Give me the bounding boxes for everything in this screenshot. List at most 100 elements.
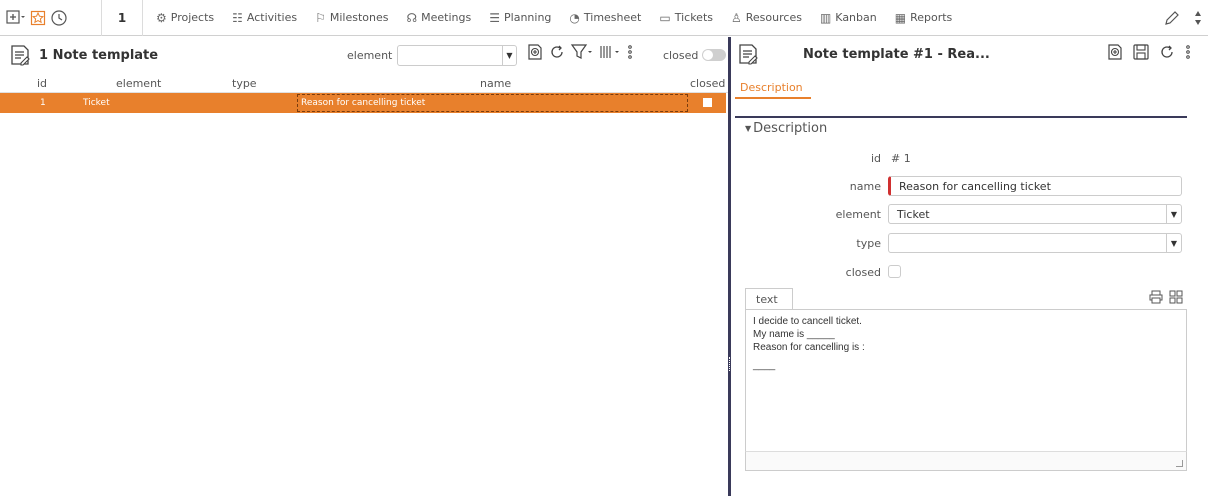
menu-item-label: Meetings xyxy=(421,11,472,24)
text-tab-label: text xyxy=(756,293,778,306)
projects-icon: ⚙ xyxy=(156,10,167,25)
text-tools xyxy=(1149,290,1183,307)
menu-item-tickets[interactable]: ▭ Tickets xyxy=(650,0,722,36)
menu-item-label: Tickets xyxy=(674,11,713,24)
menu-item-reports[interactable]: ▦ Reports xyxy=(886,0,962,36)
menu-item-projects[interactable]: ⚙ Projects xyxy=(147,0,223,36)
type-select[interactable]: ▼ xyxy=(888,233,1182,253)
reports-icon: ▦ xyxy=(894,10,907,25)
new-item-icon[interactable] xyxy=(1106,43,1124,64)
text-editor[interactable]: I decide to cancell ticket. My name is _… xyxy=(745,309,1187,469)
filter-icon[interactable] xyxy=(570,43,594,64)
edit-icon[interactable] xyxy=(1163,9,1181,30)
menu-item-label: Planning xyxy=(504,11,552,24)
element-select[interactable]: Ticket ▼ xyxy=(888,204,1182,224)
detail-title: Note template #1 - Rea... xyxy=(803,47,990,62)
note-template-icon xyxy=(737,43,759,68)
meetings-icon: ☊ xyxy=(406,10,418,25)
favorite-icon[interactable] xyxy=(30,10,46,26)
detail-tools xyxy=(1106,43,1192,64)
column-element[interactable]: element xyxy=(116,77,161,90)
menu-item-label: Milestones xyxy=(329,11,389,24)
row-closed-checkbox xyxy=(703,98,712,107)
row-id: 1 xyxy=(40,98,46,108)
text-line: My name is _____ xyxy=(753,329,835,340)
page-number: 1 xyxy=(117,10,127,25)
id-label: id xyxy=(870,152,881,165)
closed-filter-label: closed xyxy=(663,49,699,62)
list-header: 1 Note template element ▼ closed xyxy=(0,37,728,73)
refresh-icon[interactable] xyxy=(548,43,566,64)
resize-handle-icon[interactable] xyxy=(1176,460,1183,467)
element-value: Ticket xyxy=(897,208,930,221)
menu-item-timesheet[interactable]: ◔ Timesheet xyxy=(560,0,650,36)
menu-item-milestones[interactable]: ⚐ Milestones xyxy=(306,0,397,36)
print-icon[interactable] xyxy=(1149,290,1163,307)
menu-item-label: Reports xyxy=(910,11,953,24)
chevron-down-icon[interactable]: ▼ xyxy=(1166,205,1181,223)
closed-toggle[interactable] xyxy=(702,49,726,61)
tab-description[interactable]: Description xyxy=(740,81,803,94)
collapse-menu-icon[interactable] xyxy=(1193,8,1203,31)
element-filter-select[interactable]: ▼ xyxy=(397,45,517,66)
tickets-icon: ▭ xyxy=(659,10,671,25)
editor-statusbar xyxy=(745,451,1187,471)
element-filter-label: element xyxy=(347,49,393,62)
menu-item-label: Projects xyxy=(170,11,215,24)
list-tools xyxy=(526,43,634,64)
element-label: element xyxy=(835,208,881,221)
text-line: ____ xyxy=(753,360,776,371)
closed-checkbox[interactable] xyxy=(888,265,901,278)
menu-item-planning[interactable]: ☰ Planning xyxy=(480,0,560,36)
row-name: Reason for cancelling ticket xyxy=(301,98,426,108)
add-new-icon[interactable] xyxy=(6,9,26,26)
more-options-icon[interactable] xyxy=(1184,43,1192,64)
new-item-icon[interactable] xyxy=(526,43,544,64)
save-icon[interactable] xyxy=(1132,43,1150,64)
detail-pane: Note template #1 - Rea... Description ▼ D… xyxy=(731,37,1208,496)
column-closed[interactable]: closed xyxy=(690,77,725,90)
splitter-handle[interactable] xyxy=(729,357,730,371)
tabs-divider xyxy=(735,116,1187,118)
resources-icon: ♙ xyxy=(731,10,742,25)
text-line: Reason for cancelling is : xyxy=(753,342,865,353)
description-section-toggle[interactable]: ▼ Description xyxy=(745,121,827,136)
list-title: 1 Note template xyxy=(39,47,159,63)
type-label: type xyxy=(856,237,881,250)
column-id[interactable]: id xyxy=(37,77,47,90)
text-tab[interactable]: text xyxy=(745,288,793,309)
history-icon[interactable] xyxy=(50,9,68,27)
column-type[interactable]: type xyxy=(232,77,257,90)
planning-icon: ☰ xyxy=(489,10,501,25)
menu-item-kanban[interactable]: ▥ Kanban xyxy=(811,0,886,36)
columns-icon[interactable] xyxy=(598,43,622,64)
section-title: Description xyxy=(753,121,828,136)
more-options-icon[interactable] xyxy=(626,43,634,64)
row-element: Ticket xyxy=(83,98,110,108)
caret-down-icon: ▼ xyxy=(745,124,752,133)
kanban-icon: ▥ xyxy=(819,10,832,25)
expand-icon[interactable] xyxy=(1169,290,1183,307)
refresh-icon[interactable] xyxy=(1158,43,1176,64)
row-name-cell[interactable]: Reason for cancelling ticket xyxy=(297,94,688,112)
chevron-down-icon[interactable]: ▼ xyxy=(1166,234,1181,252)
main-menu: ⚙ Projects ☷ Activities ⚐ Milestones ☊ Meetings… xyxy=(143,0,961,36)
menu-item-resources[interactable]: ♙ Resources xyxy=(722,0,811,36)
menu-item-meetings[interactable]: ☊ Meetings xyxy=(397,0,480,36)
chevron-down-icon[interactable]: ▼ xyxy=(502,46,516,65)
table-row[interactable]: 1 Ticket Reason for cancelling ticket xyxy=(0,93,726,113)
menu-item-label: Resources xyxy=(745,11,802,24)
id-value: # 1 xyxy=(891,152,911,165)
menu-item-activities[interactable]: ☷ Activities xyxy=(223,0,306,36)
top-menu-bar: 1 ⚙ Projects ☷ Activities ⚐ Milestones ☊ Meetin… xyxy=(0,0,1208,36)
column-name[interactable]: name xyxy=(480,77,511,90)
activities-icon: ☷ xyxy=(232,10,243,25)
name-field[interactable]: Reason for cancelling ticket xyxy=(888,176,1182,196)
milestones-icon: ⚐ xyxy=(315,10,326,25)
name-label: name xyxy=(849,180,881,193)
menu-item-label: Timesheet xyxy=(583,11,642,24)
list-pane: 1 Note template element ▼ closed id elem… xyxy=(0,37,728,496)
timesheet-icon: ◔ xyxy=(569,10,580,25)
name-value: Reason for cancelling ticket xyxy=(899,180,1051,193)
menu-item-label: Kanban xyxy=(835,11,877,24)
